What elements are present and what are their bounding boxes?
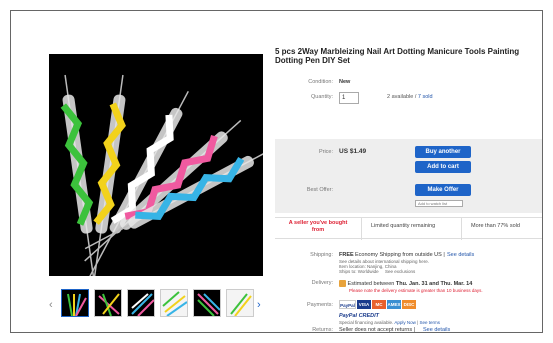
chevron-left-icon[interactable]: ‹ — [49, 299, 53, 311]
screenshot-frame: ‹ › 5 pcs 2Way Marbleizing Nail Art Dott… — [10, 10, 543, 333]
sold-link[interactable]: 7 sold — [418, 94, 433, 100]
estimated-text: Estimated between — [347, 280, 395, 287]
highlights-strip: A seller you've bought from Limited quan… — [275, 217, 542, 240]
see-terms-link[interactable]: See terms — [420, 320, 441, 325]
paypal-logo: PayPal — [339, 300, 356, 309]
calendar-icon — [339, 280, 346, 287]
make-offer-button[interactable]: Make Offer — [415, 184, 471, 196]
delivery-dates: Thu. Jan. 31 and Thu. Mar. 14 — [395, 280, 473, 287]
shipping-label: Shipping: — [310, 252, 333, 258]
amex-logo: AMEX — [387, 300, 401, 309]
returns-label: Returns: — [312, 327, 333, 333]
item-title: 5 pcs 2Way Marbleizing Nail Art Dotting … — [275, 47, 520, 65]
add-to-watch-list-select[interactable]: Add to watch list — [415, 200, 463, 207]
price-box: Price: US $1.49 Buy another Add to cart … — [275, 139, 542, 213]
thumbnail[interactable] — [193, 289, 221, 317]
seller-bought-from: A seller you've bought from — [283, 220, 353, 234]
mastercard-logo: MC — [372, 300, 386, 309]
special-financing: Special financing available. Apply Now |… — [339, 320, 441, 325]
divider — [461, 218, 462, 240]
price-label: Price: — [318, 149, 333, 155]
shipping-method: Economy Shipping from outside US | — [355, 252, 445, 258]
payments-label: Payments: — [307, 302, 333, 308]
see-exclusions-link[interactable]: See exclusions — [385, 269, 415, 274]
thumbnail[interactable] — [94, 289, 122, 317]
buy-another-button[interactable]: Buy another — [415, 146, 471, 158]
main-product-image[interactable] — [49, 54, 263, 276]
discover-logo: DISC — [402, 300, 416, 309]
condition-value: New — [339, 79, 351, 85]
best-offer-label: Best Offer: — [306, 187, 333, 193]
availability: 2 available / 7 sold — [387, 94, 433, 100]
delivery-label: Delivery: — [311, 280, 333, 286]
payment-logos: PayPal VISA MC AMEX DISC — [339, 300, 419, 309]
price-value: US $1.49 — [339, 148, 367, 155]
thumbnail[interactable] — [61, 289, 89, 317]
chevron-right-icon[interactable]: › — [257, 299, 261, 311]
limited-quantity: Limited quantity remaining — [371, 223, 436, 229]
quantity-label: Quantity: — [310, 94, 333, 100]
returns-value: Seller does not accept returns | — [339, 327, 416, 333]
delivery-estimate: Estimated between Thu. Jan. 31 and Thu. … — [339, 280, 472, 287]
thumbnail[interactable] — [160, 289, 188, 317]
thumbnail[interactable] — [226, 289, 254, 317]
thumbnail-strip: ‹ › — [49, 289, 263, 319]
shipping-value: FREE — [339, 252, 354, 258]
delivery-note: Please note the delivery estimate is gre… — [349, 288, 483, 293]
dotting-pens-image — [49, 54, 263, 276]
financing-text: Special financing available. — [339, 320, 394, 325]
returns-see-details-link[interactable]: See details — [423, 327, 450, 332]
divider — [361, 218, 362, 240]
condition-label: Condition: — [308, 79, 333, 85]
shipping-see-details-link[interactable]: See details — [447, 252, 474, 258]
add-to-cart-button[interactable]: Add to cart — [415, 161, 471, 173]
ships-to: Ships to: Worldwide — [339, 269, 379, 274]
available-count: 2 available / — [387, 94, 417, 100]
bought-line-2: from — [311, 227, 325, 233]
item-details: 5 pcs 2Way Marbleizing Nail Art Dotting … — [275, 47, 542, 333]
apply-now-link[interactable]: Apply Now — [394, 320, 416, 325]
paypal-credit-logo: PayPal CREDIT — [339, 313, 380, 319]
bought-line-1: A seller you've bought — [288, 220, 348, 226]
thumbnail[interactable] — [127, 289, 155, 317]
visa-logo: VISA — [357, 300, 371, 309]
ebay-listing: ‹ › 5 pcs 2Way Marbleizing Nail Art Dott… — [31, 39, 542, 333]
quantity-input[interactable]: 1 — [339, 92, 359, 104]
percent-sold: More than 77% sold — [471, 223, 520, 229]
